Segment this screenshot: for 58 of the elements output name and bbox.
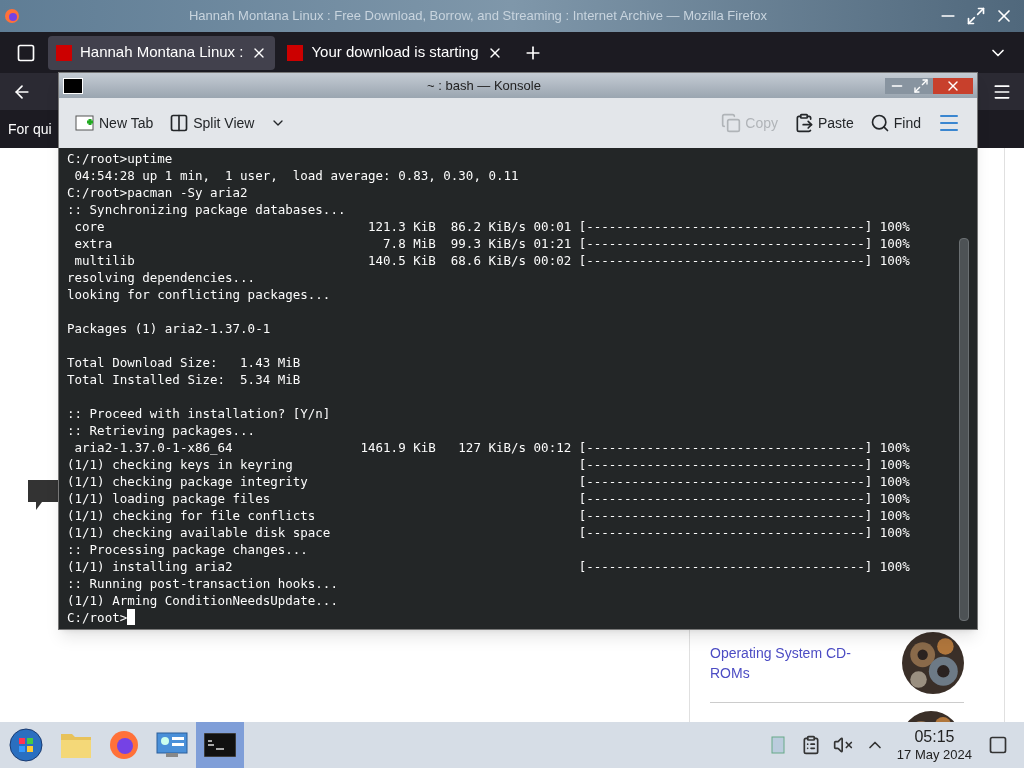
terminal-line: multilib 140.5 KiB 68.6 KiB/s 00:02 [-------------------------------------] 100% — [73, 252, 911, 269]
terminal-line: core 121.3 KiB 86.2 KiB/s 00:01 [-------------------------------------] 100% — [73, 218, 911, 235]
show-desktop-icon[interactable] — [988, 735, 1008, 755]
clock-time: 05:15 — [914, 726, 955, 747]
start-orb-icon[interactable] — [8, 727, 44, 763]
terminal-line: :: Retrieving packages... — [67, 422, 257, 439]
terminal-line: :: Running post-transaction hooks... — [67, 575, 339, 592]
terminal-line: looking for conflicting packages... — [67, 286, 332, 303]
folder-icon — [60, 731, 92, 759]
browser-tab[interactable]: Your download is starting — [279, 35, 511, 70]
tab-title: Your download is starting — [311, 42, 479, 63]
toolbar-button[interactable]: New Tab — [75, 112, 154, 134]
terminal-line: (1/1) checking for file conflicts [-------------------------------------] 100% — [67, 507, 911, 524]
terminal-line: aria2-1.37.0-1-x86_64 1461.9 KiB 127 KiB/s 00:12 [-------------------------------------] 100% — [73, 439, 911, 456]
window-title: Hannah Montana Linux : Free Download, Borrow, and Streaming : Internet Archive — Mozilla Firefox — [188, 7, 768, 26]
terminal-line: (1/1) checking available disk space [-------------------------------------] 100% — [67, 524, 911, 541]
monitor-icon — [156, 731, 188, 759]
terminal-line: :: Processing package changes... — [67, 541, 309, 558]
terminal-line: :: Synchronizing package databases... — [67, 201, 347, 218]
collection-link[interactable]: Operating System CD-ROMs — [710, 643, 860, 683]
terminal-line: (1/1) checking keys in keyring [-------------------------------------] 100% — [67, 456, 911, 473]
terminal-line: (1/1) loading package files [-------------------------------------] 100% — [67, 490, 911, 507]
terminal-line: (1/1) installing aria2 [-------------------------------------] 100% — [67, 558, 911, 575]
terminal-line: 04:54:28 up 1 min, 1 user, load average: 0.83, 0.30, 0.11 — [73, 167, 520, 184]
tab-title: Hannah Montana Linux : — [80, 42, 244, 63]
terminal-line: Total Download Size: 1.43 MiB — [67, 354, 302, 371]
terminal-line: Total Installed Size: 5.34 MiB — [67, 371, 302, 388]
copy-icon — [721, 113, 742, 133]
toolbar-button[interactable]: Split View — [169, 112, 255, 134]
globe-fox-icon — [4, 8, 20, 24]
muted-speaker-icon[interactable] — [832, 735, 853, 755]
terminal-line: C:/root> — [67, 609, 128, 626]
terminal-line: C:/root>pacman -Sy aria2 — [67, 184, 249, 201]
terminal-line: (1/1) checking package integrity [-------------------------------------] 100% — [67, 473, 911, 490]
terminal-title: ~ : bash — Konsole — [427, 76, 541, 95]
globe-fox-icon — [108, 729, 140, 761]
toolbar-button[interactable]: Paste — [793, 112, 854, 134]
terminal-line: :: Proceed with installation? [Y/n] — [67, 405, 332, 422]
notification-text: For qui — [8, 119, 52, 139]
search-icon — [869, 113, 890, 133]
terminal-line: extra 7.8 MiB 99.3 KiB/s 01:21 [-------------------------------------] 100% — [73, 235, 911, 252]
terminal-app-icon — [63, 77, 83, 94]
toolbar-button[interactable]: Find — [869, 112, 921, 134]
favicon-icon — [56, 44, 72, 61]
terminal-line: resolving dependencies... — [67, 269, 257, 286]
taskbar-app[interactable] — [196, 722, 244, 768]
chat-icon — [28, 480, 60, 512]
maximize-icon[interactable] — [909, 77, 933, 94]
tab-overview-icon[interactable] — [16, 42, 36, 63]
terminal-icon — [204, 733, 236, 757]
split-view-icon — [169, 113, 190, 133]
terminal-line: C:/root>uptime — [67, 150, 174, 167]
terminal-line: Packages (1) aria2-1.37.0-1 — [67, 320, 272, 337]
terminal-line: (1/1) Arming ConditionNeedsUpdate... — [67, 592, 339, 609]
new-tab-icon — [75, 113, 95, 133]
clock-date: 17 May 2024 — [896, 746, 972, 764]
browser-tab[interactable]: Hannah Montana Linux : — [48, 35, 276, 70]
favicon-icon — [287, 44, 304, 61]
